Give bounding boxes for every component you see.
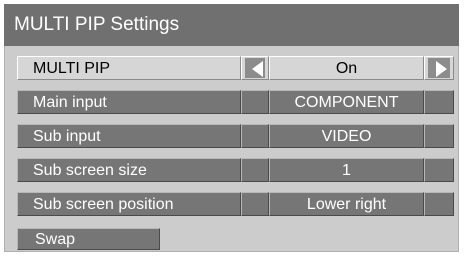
setting-value: COMPONENT <box>294 94 399 111</box>
setting-value-cell[interactable]: VIDEO <box>269 124 424 148</box>
setting-label-cell[interactable]: MULTI PIP <box>17 56 241 80</box>
right-arrow-glyph <box>436 61 447 77</box>
setting-label-cell[interactable]: Main input <box>17 90 241 114</box>
setting-label: Sub screen size <box>33 162 147 179</box>
setting-label: MULTI PIP <box>33 60 111 77</box>
decrease-button[interactable] <box>241 56 269 80</box>
setting-row-sub-input[interactable]: Sub input VIDEO <box>17 124 454 148</box>
increase-button[interactable] <box>424 90 454 114</box>
setting-label-cell[interactable]: Sub screen size <box>17 158 241 182</box>
setting-label: Sub input <box>33 128 101 145</box>
right-arrow-icon <box>428 58 450 78</box>
decrease-button[interactable] <box>241 158 269 182</box>
setting-label: Main input <box>33 94 107 111</box>
setting-value: VIDEO <box>321 128 372 145</box>
swap-button[interactable]: Swap <box>17 228 160 250</box>
setting-value: Lower right <box>306 196 387 213</box>
setting-row-main-input[interactable]: Main input COMPONENT <box>17 90 454 114</box>
title-bar: MULTI PIP Settings <box>4 4 459 46</box>
dialog-title: MULTI PIP Settings <box>14 14 180 35</box>
setting-row-sub-screen-size[interactable]: Sub screen size 1 <box>17 158 454 182</box>
setting-row-sub-screen-position[interactable]: Sub screen position Lower right <box>17 192 454 216</box>
increase-button[interactable] <box>424 124 454 148</box>
setting-value-cell[interactable]: Lower right <box>269 192 424 216</box>
decrease-button[interactable] <box>241 192 269 216</box>
increase-button[interactable] <box>424 158 454 182</box>
increase-button[interactable] <box>424 192 454 216</box>
left-arrow-icon <box>245 58 265 78</box>
setting-value-cell[interactable]: 1 <box>269 158 424 182</box>
setting-value-cell[interactable]: COMPONENT <box>269 90 424 114</box>
increase-button[interactable] <box>424 56 454 80</box>
setting-value: 1 <box>342 162 351 179</box>
setting-row-multi-pip[interactable]: MULTI PIP On <box>17 56 454 80</box>
decrease-button[interactable] <box>241 90 269 114</box>
setting-value-cell[interactable]: On <box>269 56 424 80</box>
swap-button-label: Swap <box>35 231 76 248</box>
decrease-button[interactable] <box>241 124 269 148</box>
setting-label: Sub screen position <box>33 196 174 213</box>
setting-value: On <box>335 60 358 77</box>
left-arrow-glyph <box>252 61 263 77</box>
setting-label-cell[interactable]: Sub screen position <box>17 192 241 216</box>
setting-label-cell[interactable]: Sub input <box>17 124 241 148</box>
